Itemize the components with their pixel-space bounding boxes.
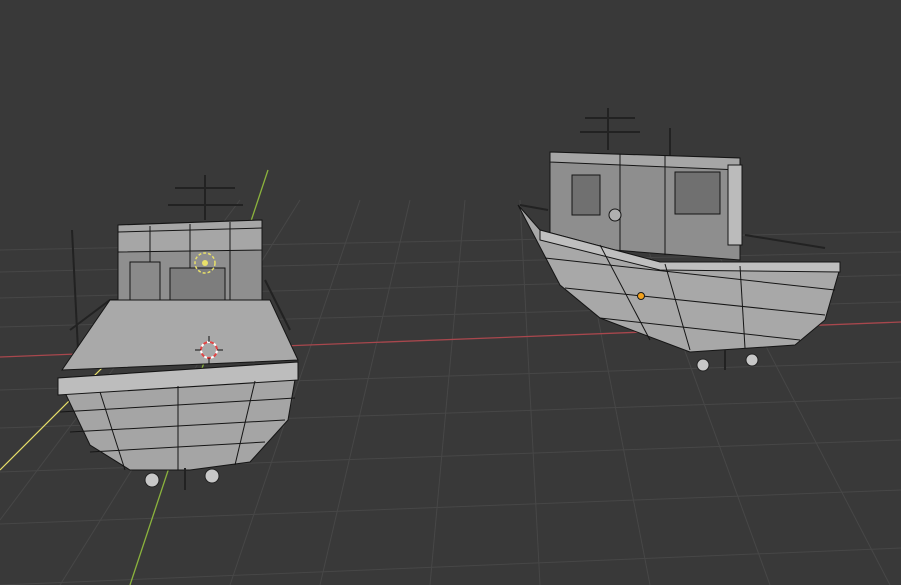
3d-viewport[interactable]: [0, 0, 901, 585]
viewport-canvas[interactable]: [0, 0, 901, 585]
origin-dot-icon: [637, 292, 645, 300]
